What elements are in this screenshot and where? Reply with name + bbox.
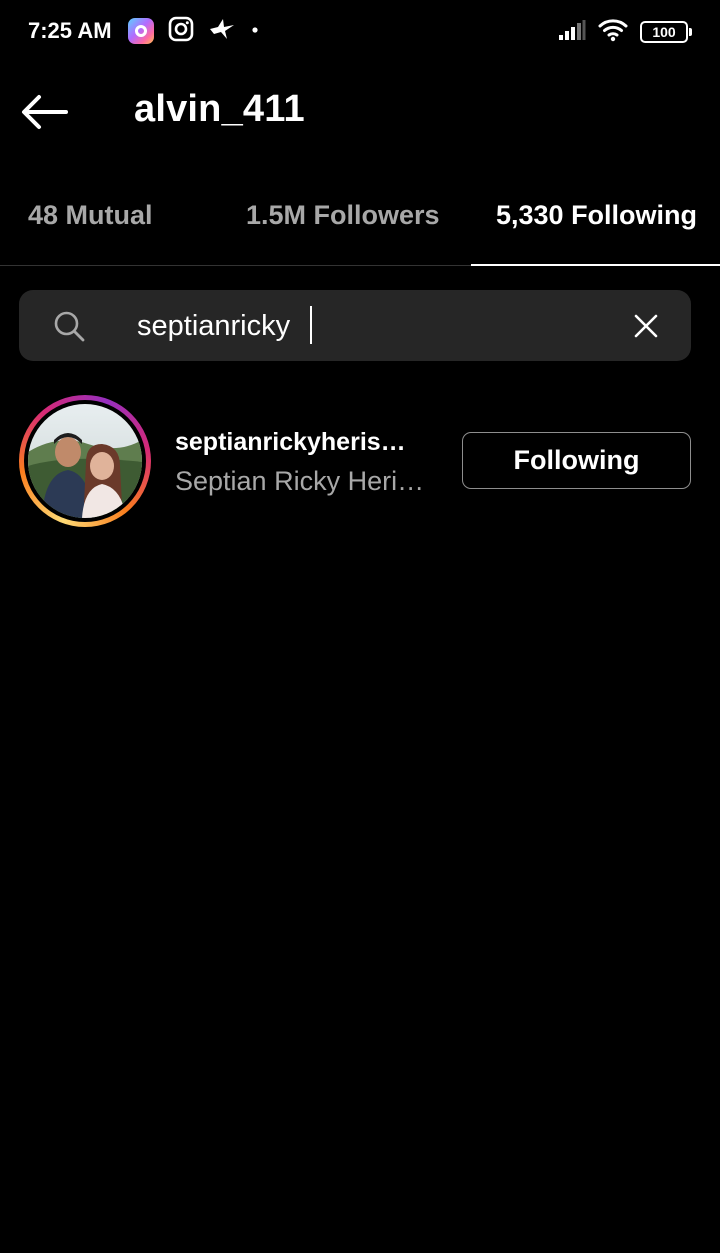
signal-icon [558,19,586,46]
wifi-icon [598,18,628,47]
search-icon [54,311,85,342]
instagram-icon [168,16,194,47]
tab-followers[interactable]: 1.5M Followers [246,200,440,231]
tab-following[interactable]: 5,330 Following [496,200,697,231]
story-ring[interactable] [19,395,151,527]
tab-bar: 48 Mutual 1.5M Followers 5,330 Following [0,170,720,266]
text-cursor [310,306,312,344]
active-tab-indicator [471,264,720,266]
following-button[interactable]: Following [462,432,691,489]
close-icon[interactable] [629,309,663,343]
search-input[interactable] [137,308,617,344]
battery-icon: 100 [640,21,692,43]
status-bar: 7:25 AM 100 [0,0,720,64]
back-button[interactable] [18,90,70,134]
arrow-left-icon [22,95,68,129]
bird-icon [208,17,236,46]
full-name: Septian Ricky Heri… [175,466,425,496]
colorful-app-icon [128,18,154,44]
notification-icons [128,16,260,47]
search-bar[interactable] [19,290,691,361]
status-time: 7:25 AM [28,18,112,43]
system-icons: 100 [558,18,692,47]
list-item[interactable]: septianrickyheris… Septian Ricky Heri… F… [0,390,720,530]
username[interactable]: septianrickyheris… [175,428,406,457]
header: alvin_411 [0,70,720,154]
avatar [28,404,142,518]
page-title: alvin_411 [134,88,305,130]
dot-icon [250,22,260,40]
tab-mutual[interactable]: 48 Mutual [28,200,153,231]
